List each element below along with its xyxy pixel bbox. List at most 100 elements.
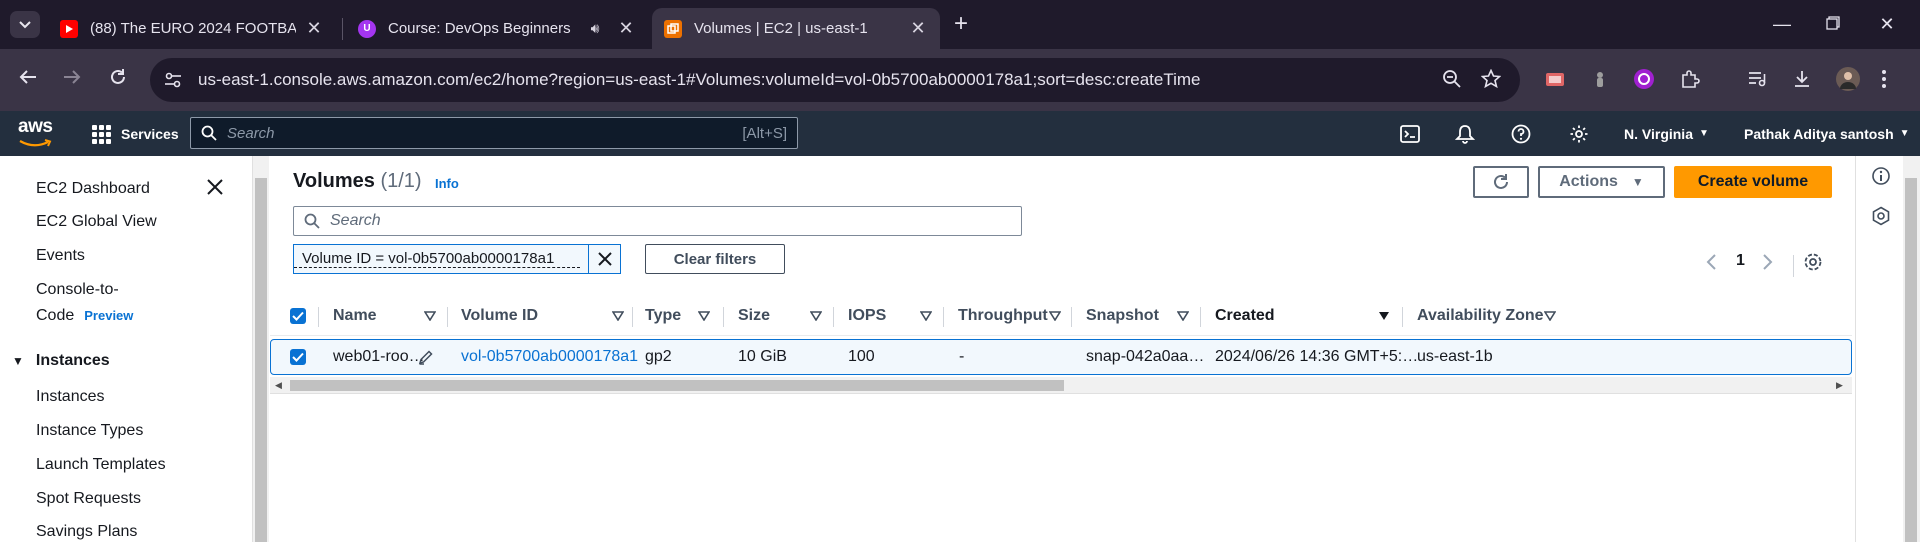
close-tab-icon[interactable]: ✕	[908, 18, 928, 39]
bookmark-star-icon[interactable]	[1476, 64, 1506, 94]
info-panel-icon[interactable]	[1871, 166, 1893, 188]
sidebar-item-launch-templates[interactable]: Launch Templates	[36, 456, 166, 474]
page-number[interactable]: 1	[1736, 252, 1745, 270]
scroll-left-icon[interactable]: ◀	[275, 380, 282, 391]
sidebar-section-instances[interactable]: ▼ Instances	[12, 352, 110, 370]
tutorial-icon[interactable]	[1871, 206, 1893, 228]
sort-icon[interactable]	[698, 311, 710, 321]
scrollbar-thumb[interactable]	[290, 380, 1064, 391]
edit-name-button[interactable]	[418, 340, 434, 374]
info-link[interactable]: Info	[435, 176, 459, 191]
sidebar-item-ec2-global-view[interactable]: EC2 Global View	[36, 213, 157, 231]
sort-descending-icon[interactable]	[1378, 311, 1390, 321]
settings-gear-icon[interactable]	[1566, 121, 1592, 147]
services-menu[interactable]: Services	[92, 120, 179, 148]
extension-icon-3[interactable]	[1630, 65, 1658, 93]
column-header-volume-id[interactable]: Volume ID	[461, 296, 538, 336]
select-all-checkbox[interactable]	[290, 308, 306, 324]
browser-tab-aws[interactable]: Volumes | EC2 | us-east-1 ✕	[652, 8, 940, 49]
sidebar-item-spot-requests[interactable]: Spot Requests	[36, 490, 141, 508]
minimize-icon[interactable]: —	[1770, 12, 1794, 36]
browser-tab-youtube[interactable]: (88) The EURO 2024 FOOTBALL ✕	[48, 8, 336, 49]
preview-badge: Preview	[84, 308, 134, 323]
cloudshell-icon[interactable]	[1397, 121, 1423, 147]
sidebar-item-instances[interactable]: Instances	[36, 388, 104, 406]
create-volume-button[interactable]: Create volume	[1674, 166, 1832, 198]
help-icon[interactable]	[1508, 121, 1534, 147]
cell-throughput: -	[959, 348, 965, 365]
preferences-gear-button[interactable]	[1803, 252, 1823, 277]
speaker-icon[interactable]: 🔊︎	[582, 20, 608, 37]
search-placeholder: Search	[227, 124, 275, 142]
region-selector[interactable]: N. Virginia ▼	[1624, 111, 1709, 156]
column-header-name[interactable]: Name	[333, 296, 377, 336]
sidebar-item-ec2-dashboard[interactable]: EC2 Dashboard	[36, 180, 150, 198]
table-row[interactable]: web01-roo… vol-0b5700ab0000178a1 gp2 10 …	[270, 339, 1852, 375]
row-checkbox[interactable]	[290, 349, 306, 365]
sidebar-item-console-to-code[interactable]: Console-to- Code Preview	[36, 281, 133, 325]
table-horizontal-scrollbar[interactable]: ◀ ▶	[270, 377, 1852, 394]
filter-token[interactable]: Volume ID = vol-0b5700ab0000178a1	[293, 244, 621, 274]
forward-button[interactable]	[58, 66, 86, 94]
aws-icon	[664, 19, 682, 38]
browser-tab-udemy[interactable]: U Course: DevOps Beginners t 🔊︎ ✕	[346, 8, 648, 49]
close-tab-icon[interactable]: ✕	[304, 18, 324, 39]
clear-filters-button[interactable]: Clear filters	[645, 244, 785, 274]
sort-icon[interactable]	[1049, 311, 1061, 321]
refresh-icon	[1494, 174, 1508, 189]
extension-icon-2[interactable]	[1586, 65, 1614, 93]
column-divider	[1071, 307, 1072, 327]
browser-menu-icon[interactable]	[1870, 65, 1898, 93]
sidebar-item-instance-types[interactable]: Instance Types	[36, 422, 143, 440]
tab-search-button[interactable]	[10, 11, 40, 38]
previous-page-button[interactable]	[1705, 254, 1717, 275]
aws-search-input[interactable]: Search [Alt+S]	[190, 117, 798, 149]
column-header-iops[interactable]: IOPS	[848, 296, 886, 336]
scroll-right-icon[interactable]: ▶	[1836, 380, 1843, 391]
filter-token-label: Volume ID = vol-0b5700ab0000178a1	[294, 250, 580, 268]
browser-toolbar: us-east-1.console.aws.amazon.com/ec2/hom…	[0, 49, 1920, 111]
close-tab-icon[interactable]: ✕	[616, 18, 636, 39]
extension-icon-1[interactable]	[1541, 65, 1569, 93]
aws-logo[interactable]: aws	[18, 117, 58, 150]
sidebar-item-savings-plans[interactable]: Savings Plans	[36, 523, 137, 541]
account-menu[interactable]: Pathak Aditya santosh ▼	[1744, 111, 1910, 156]
volumes-search-input[interactable]: Search	[293, 206, 1022, 236]
puzzle-icon[interactable]	[1676, 65, 1704, 93]
sort-icon[interactable]	[920, 311, 932, 321]
column-header-size[interactable]: Size	[738, 296, 770, 336]
close-window-icon[interactable]: ✕	[1875, 12, 1899, 36]
sort-icon[interactable]	[612, 311, 624, 321]
sort-icon[interactable]	[1177, 311, 1189, 321]
refresh-button[interactable]	[1473, 166, 1529, 198]
site-settings-icon[interactable]	[160, 67, 186, 93]
notifications-bell-icon[interactable]	[1452, 121, 1478, 147]
media-control-icon[interactable]	[1743, 65, 1771, 93]
column-header-availability-zone[interactable]: Availability Zone	[1417, 296, 1544, 336]
next-page-button[interactable]	[1762, 254, 1774, 275]
sort-icon[interactable]	[424, 311, 436, 321]
cell-volume-id-link[interactable]: vol-0b5700ab0000178a1	[461, 340, 638, 374]
reload-button[interactable]	[104, 66, 132, 94]
new-tab-button[interactable]: +	[948, 12, 974, 38]
download-icon[interactable]	[1788, 65, 1816, 93]
sidebar-scrollbar[interactable]	[252, 156, 269, 542]
remove-filter-button[interactable]	[588, 245, 620, 273]
actions-button[interactable]: Actions ▼	[1538, 166, 1665, 198]
sort-icon[interactable]	[1544, 311, 1556, 321]
avatar[interactable]	[1834, 65, 1862, 93]
url-text: us-east-1.console.aws.amazon.com/ec2/hom…	[198, 70, 1201, 89]
zoom-icon[interactable]	[1437, 64, 1467, 94]
page-scrollbar[interactable]	[1903, 156, 1920, 542]
close-icon[interactable]	[206, 178, 228, 200]
column-header-created[interactable]: Created	[1215, 296, 1275, 336]
sidebar-item-events[interactable]: Events	[36, 247, 85, 265]
aws-top-nav: aws Services Search [Alt+S] N. Virginia …	[0, 111, 1920, 156]
column-header-snapshot[interactable]: Snapshot	[1086, 296, 1159, 336]
restore-icon[interactable]	[1821, 12, 1845, 36]
address-bar[interactable]: us-east-1.console.aws.amazon.com/ec2/hom…	[150, 58, 1520, 102]
column-header-throughput[interactable]: Throughput	[958, 296, 1048, 336]
sort-icon[interactable]	[810, 311, 822, 321]
column-header-type[interactable]: Type	[645, 296, 681, 336]
back-button[interactable]	[14, 66, 42, 94]
